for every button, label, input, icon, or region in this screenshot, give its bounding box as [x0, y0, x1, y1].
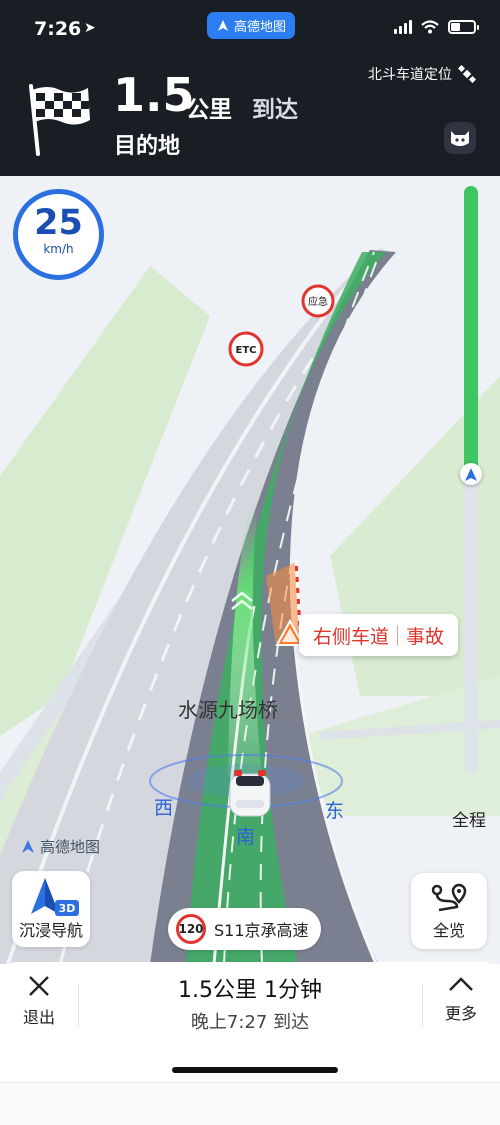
exit-label: 退出: [22, 1008, 55, 1027]
divider: [78, 984, 79, 1028]
3d-badge-label: 3D: [59, 902, 76, 915]
distance-value: 1.5: [113, 68, 195, 122]
watermark-label: 高德地图: [40, 838, 101, 856]
emergency-sign-label: 应急: [308, 295, 328, 308]
bottom-strip: [0, 1082, 500, 1125]
divider: [422, 984, 423, 1028]
destination-label: 目的地: [114, 134, 181, 159]
current-speed-indicator: 25 km/h: [13, 189, 104, 280]
route-progress-fill: [464, 186, 478, 474]
satellite-icon: [458, 65, 476, 83]
incident-divider: [397, 625, 399, 645]
etc-sign-icon: ETC: [228, 331, 264, 367]
assistant-avatar-icon[interactable]: [444, 122, 476, 154]
route-overview-label: 全览: [432, 921, 465, 940]
battery-icon: [448, 20, 479, 34]
compass-east: 东: [325, 800, 345, 822]
incident-type: 事故: [406, 625, 445, 648]
etc-sign-label: ETC: [236, 345, 257, 356]
lane-positioning-status[interactable]: 北斗车道定位: [368, 64, 476, 84]
chevron-up-icon: [449, 977, 473, 991]
exit-button[interactable]: 退出: [8, 974, 70, 1034]
status-indicators: [394, 20, 479, 34]
immersive-navigation-button[interactable]: 3D 沉浸导航: [12, 871, 90, 947]
checkered-flag-icon: [29, 84, 90, 156]
incident-lane: 右侧车道: [313, 625, 390, 648]
distance-action: 到达: [252, 97, 298, 123]
more-button[interactable]: 更多: [430, 974, 492, 1034]
speed-limit-sign: 120: [176, 914, 206, 944]
3d-navigation-icon: 3D: [31, 878, 79, 916]
amap-logo-icon: [22, 839, 34, 853]
immersive-navigation-label: 沉浸导航: [18, 921, 83, 940]
speed-unit: km/h: [43, 242, 74, 256]
navigation-arrow-icon: [465, 467, 477, 481]
route-progress-marker[interactable]: [460, 463, 482, 485]
speed-value: 25: [34, 203, 83, 243]
lane-positioning-label: 北斗车道定位: [368, 67, 452, 83]
incident-alert[interactable]: 右侧车道 事故: [299, 614, 459, 656]
compass-south: 南: [236, 826, 256, 848]
app-badge-label: 高德地图: [234, 20, 287, 35]
current-road-pill[interactable]: 120 S11京承高速: [168, 908, 321, 950]
trip-summary[interactable]: 1.5公里 1分钟 晚上7:27 到达: [80, 972, 420, 1034]
map-watermark: 高德地图: [20, 836, 100, 857]
location-arrow-icon: ➤: [84, 20, 96, 36]
distance-unit: 公里: [186, 97, 232, 123]
full-route-label[interactable]: 全程: [452, 806, 486, 831]
navigation-header: 1.5 公里 到达 目的地 北斗车道定位: [0, 62, 500, 176]
arrival-time: 晚上7:27 到达: [190, 1012, 310, 1033]
status-time: 7:26: [34, 18, 82, 40]
map-road-name: 水源九场桥: [178, 698, 278, 722]
cellular-signal-icon: [394, 20, 412, 34]
compass-west: 西: [154, 797, 174, 819]
remaining-distance-time: 1.5公里 1分钟: [178, 978, 322, 1003]
home-indicator[interactable]: [172, 1067, 338, 1073]
status-bar: 7:26 ➤ 高德地图: [0, 0, 500, 62]
route-overview-button[interactable]: 全览: [411, 873, 487, 949]
more-label: 更多: [444, 1004, 477, 1023]
emergency-lane-sign-icon: 应急: [301, 284, 335, 318]
amap-icon: [218, 19, 228, 31]
app-badge[interactable]: 高德地图: [207, 12, 296, 39]
wifi-icon: [421, 20, 439, 34]
close-icon: [29, 976, 49, 996]
vehicle-icon: [229, 770, 271, 817]
current-road-name: S11京承高速: [214, 921, 309, 940]
route-overview-icon: [431, 883, 467, 912]
